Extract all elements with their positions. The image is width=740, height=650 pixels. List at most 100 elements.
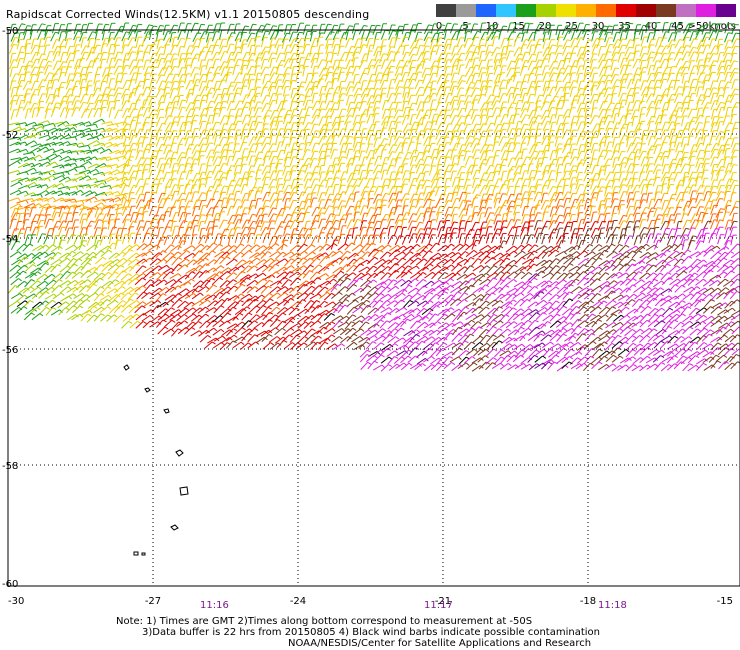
wind-barb [640,94,645,105]
wind-barb-tick [139,178,144,181]
wind-barb [687,108,693,119]
wind-barb [156,158,161,168]
wind-barb-tick [531,60,536,63]
wind-barb [94,53,100,63]
wind-barb-tick [236,172,241,174]
wind-barb [163,81,169,92]
wind-barb [701,130,705,141]
wind-barb-tick [698,122,703,124]
wind-barb-tick [553,67,558,69]
wind-barb-tick [355,185,360,187]
wind-barb-tick [13,59,18,61]
wind-barb-tick [454,53,460,56]
wind-barb-tick [321,59,327,61]
wind-barb-tick [607,87,612,89]
wind-barb [325,178,329,189]
wind-barb-tick [630,87,635,90]
wind-barb [575,57,580,68]
wind-barb-tick [21,23,26,26]
wind-barb-tick [426,86,431,89]
wind-barb-tick [558,45,563,47]
wind-barb [22,80,29,91]
wind-barb-tick [125,31,130,33]
wind-barb-tick [560,99,565,102]
wind-barb [246,88,252,99]
wind-barb-tick [266,165,271,168]
wind-barb-tick [252,120,257,123]
wind-barb-tick [266,171,271,174]
wind-barb [662,22,665,33]
wind-barb [162,130,169,141]
wind-barb-tick [223,185,229,188]
wind-barb-tick [265,46,270,49]
wind-barb-tick [476,94,481,97]
wind-barb [570,149,575,160]
wind-barb [617,151,622,162]
wind-barb-tick [160,46,165,48]
wind-barb [218,45,224,56]
wind-barb-tick [502,136,507,138]
wind-barb [24,167,35,174]
wind-barb-tick [160,170,165,172]
wind-barb-tick [679,150,684,153]
wind-barb-tick [64,107,69,109]
wind-barb-tick [693,51,698,54]
wind-barb-tick [475,64,480,67]
wind-barb [197,51,202,62]
wind-barb [639,143,643,154]
wind-barb-tick [481,135,486,138]
wind-barb [631,74,636,85]
wind-barb [330,143,334,154]
wind-barb-tick [425,150,430,152]
wind-barb-tick [62,175,66,180]
wind-barb-tick [582,131,587,133]
wind-barb-tick [131,51,136,53]
wind-barb [205,67,211,77]
wind-barb [73,24,78,35]
wind-barb [409,149,415,160]
wind-barb-tick [175,95,180,98]
wind-barb-tick [391,59,396,62]
wind-barb [554,186,559,197]
wind-barb [143,60,147,70]
wind-barb-tick [140,80,145,83]
wind-barb-tick [73,127,77,131]
wind-barb-tick [511,157,516,160]
wind-barb [282,165,287,176]
wind-barb [79,161,90,167]
wind-barb [667,23,672,34]
wind-barb-tick [530,86,535,88]
wind-barb [295,32,300,42]
wind-barb [443,164,450,175]
wind-barb [605,37,610,48]
wind-barb-tick [32,152,36,157]
wind-barb [86,178,97,181]
wind-barb [318,116,324,127]
wind-barb-tick [43,58,48,61]
wind-barb [401,101,405,112]
wind-barb-tick [510,137,515,140]
wind-barb [491,47,497,57]
wind-barb [106,143,116,148]
wind-barb-tick [420,101,425,103]
wind-barb-tick [664,129,669,131]
wind-barb-tick [574,37,579,40]
wind-barb-tick [679,39,684,41]
wind-barb-tick [552,44,557,47]
wind-barb-tick [108,148,112,153]
wind-barb-tick [126,115,131,118]
wind-barb [681,73,685,84]
wind-barb-tick [167,31,172,33]
wind-barb-tick [685,107,690,110]
wind-barb-tick [532,31,537,34]
wind-barb-tick [560,72,565,74]
wind-barb-tick [552,186,557,188]
wind-barb-tick [293,114,298,117]
wind-barb [582,94,587,105]
wind-barb-tick [490,122,495,125]
wind-barb [556,115,560,126]
wind-barb-tick [161,143,166,146]
wind-barb-tick [87,145,91,150]
wind-barb-tick [224,143,229,146]
wind-barb-tick [74,168,78,172]
